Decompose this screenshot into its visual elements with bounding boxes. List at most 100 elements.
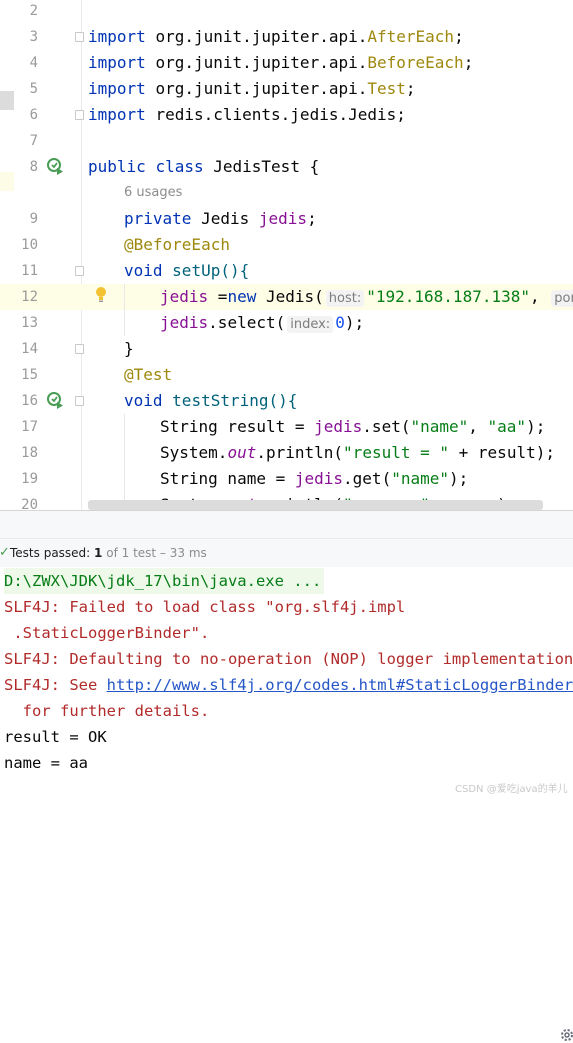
code-text[interactable]: String name = jedis.get("name");: [160, 466, 468, 492]
field: jedis: [258, 209, 308, 228]
package: org.junit.jupiter.api.: [155, 79, 368, 98]
keyword: private: [124, 209, 192, 228]
package: org.junit.jupiter.api.: [155, 53, 368, 72]
method-name: setUp(){: [172, 261, 250, 280]
line-number: 9: [29, 211, 38, 227]
code-text[interactable]: private Jedis jedis;: [124, 206, 317, 232]
line-number: 13: [21, 315, 38, 331]
fold-icon[interactable]: [75, 396, 84, 406]
string-literal: "name": [410, 417, 469, 436]
line-number: 2: [29, 3, 38, 19]
code-line: 6 import redis.clients.jedis.Jedis;: [0, 102, 573, 128]
fold-icon[interactable]: [75, 266, 84, 276]
console-output-line: name = aa: [4, 754, 88, 772]
annotation[interactable]: @Test: [124, 362, 172, 388]
indent-guide: [124, 414, 125, 510]
line-number: 11: [21, 263, 38, 279]
run-test-icon[interactable]: [46, 391, 64, 409]
package: org.junit.jupiter.api.: [155, 27, 368, 46]
semicolon: ;: [454, 27, 464, 46]
comma: ,: [468, 417, 488, 436]
class-ref: Test: [367, 79, 406, 98]
line-number: 7: [29, 133, 38, 149]
console-output[interactable]: D:\ZWX\JDK\jdk_17\bin\java.exe ... SLF4J…: [0, 567, 573, 798]
semicolon: ;: [396, 105, 406, 124]
run-toolbar: [0, 511, 573, 1041]
line-number: 16: [21, 393, 38, 409]
line-number: 12: [21, 289, 38, 305]
line-number: 20: [21, 497, 38, 510]
fold-icon[interactable]: [75, 344, 84, 354]
field: jedis: [314, 417, 363, 436]
usages-hint[interactable]: 6 usages: [124, 180, 182, 206]
punctuation: );: [526, 417, 546, 436]
code-line: 17 String result = jedis.set("name", "aa…: [0, 414, 573, 440]
param-hint: host:: [325, 290, 365, 307]
code-text[interactable]: import org.junit.jupiter.api.AfterEach;: [88, 24, 464, 50]
method-name: testString(){: [172, 391, 298, 410]
code-text[interactable]: import org.junit.jupiter.api.BeforeEach;: [88, 50, 473, 76]
keyword: new: [227, 287, 257, 306]
annotation[interactable]: @BeforeEach: [124, 232, 230, 258]
field: jedis: [160, 287, 209, 306]
string-literal: "192.168.187.138": [366, 287, 530, 306]
fold-icon[interactable]: [75, 32, 84, 42]
number-literal: 0: [335, 313, 345, 332]
punctuation: );: [344, 313, 365, 332]
run-test-icon[interactable]: [46, 157, 64, 175]
code-line: 7: [0, 128, 573, 154]
method-call: .select(: [208, 313, 286, 332]
package: redis.clients.jedis.Jedis: [155, 105, 397, 124]
code-line: 5 import org.junit.jupiter.api.Test;: [0, 76, 573, 102]
punctuation: );: [449, 469, 469, 488]
lightbulb-icon[interactable]: [94, 286, 108, 304]
code-text[interactable]: import org.junit.jupiter.api.Test;: [88, 76, 416, 102]
code-text[interactable]: String result = jedis.set("name", "aa");: [160, 414, 545, 440]
code-text[interactable]: jedis =new Jedis(host: "192.168.187.138",…: [160, 284, 573, 312]
test-status-bar: ✓ Tests passed: 1 of 1 test – 33 ms: [0, 538, 573, 568]
code-line-current: 12 jedis =new Jedis(host: "192.168.187.13…: [0, 284, 573, 310]
code-line: 11 void setUp(){: [0, 258, 573, 284]
horizontal-scrollbar[interactable]: [88, 500, 543, 510]
code-line: 13 jedis.select(index: 0);: [0, 310, 573, 336]
fold-icon[interactable]: [75, 110, 84, 120]
code-editor[interactable]: 2 3 import org.junit.jupiter.api.AfterEa…: [0, 0, 573, 510]
code-text[interactable]: void testString(){: [124, 388, 297, 414]
usages-hint-line: 6 usages: [0, 180, 573, 206]
code-line: 2: [0, 0, 573, 24]
method-call: .set(: [362, 417, 411, 436]
gear-icon[interactable]: [559, 1027, 573, 1043]
static-field: out: [227, 443, 257, 462]
method-call: .get(: [343, 469, 392, 488]
keyword: public: [88, 157, 146, 176]
class-name: JedisTest {: [213, 157, 320, 176]
type: Jedis(: [256, 287, 324, 306]
field: jedis: [160, 313, 209, 332]
line-number: 14: [21, 341, 38, 357]
code-text[interactable]: void setUp(){: [124, 258, 249, 284]
watermark: CSDN @爱吃java的羊儿: [455, 784, 568, 795]
declaration: String result =: [160, 417, 315, 436]
console-error-line: .StaticLoggerBinder".: [4, 624, 210, 642]
class-ref: System.: [160, 443, 228, 462]
console-output-line: result = OK: [4, 728, 107, 746]
status-detail: of 1 test – 33 ms: [106, 546, 207, 560]
code-line: 9 private Jedis jedis;: [0, 206, 573, 232]
keyword: import: [88, 53, 146, 72]
code-text[interactable]: import redis.clients.jedis.Jedis;: [88, 102, 406, 128]
line-number: 8: [29, 159, 38, 175]
code-text[interactable]: System.out.println("result = " + result)…: [160, 440, 555, 466]
code-text[interactable]: jedis.select(index: 0);: [160, 310, 364, 338]
code-line: 19 String name = jedis.get("name");: [0, 466, 573, 492]
code-text[interactable]: }: [124, 336, 134, 362]
keyword: class: [155, 157, 204, 176]
console-command-line[interactable]: D:\ZWX\JDK\jdk_17\bin\java.exe ...: [4, 568, 325, 594]
class-ref: BeforeEach: [367, 53, 464, 72]
console-link[interactable]: http://www.slf4j.org/codes.html#StaticLo…: [107, 676, 573, 694]
console-text: SLF4J: See: [4, 676, 107, 694]
operator: =: [208, 287, 228, 306]
code-text[interactable]: public class JedisTest {: [88, 154, 319, 180]
comma: ,: [530, 287, 540, 306]
line-number: 15: [21, 367, 38, 383]
console-error-line: for further details.: [4, 702, 210, 720]
